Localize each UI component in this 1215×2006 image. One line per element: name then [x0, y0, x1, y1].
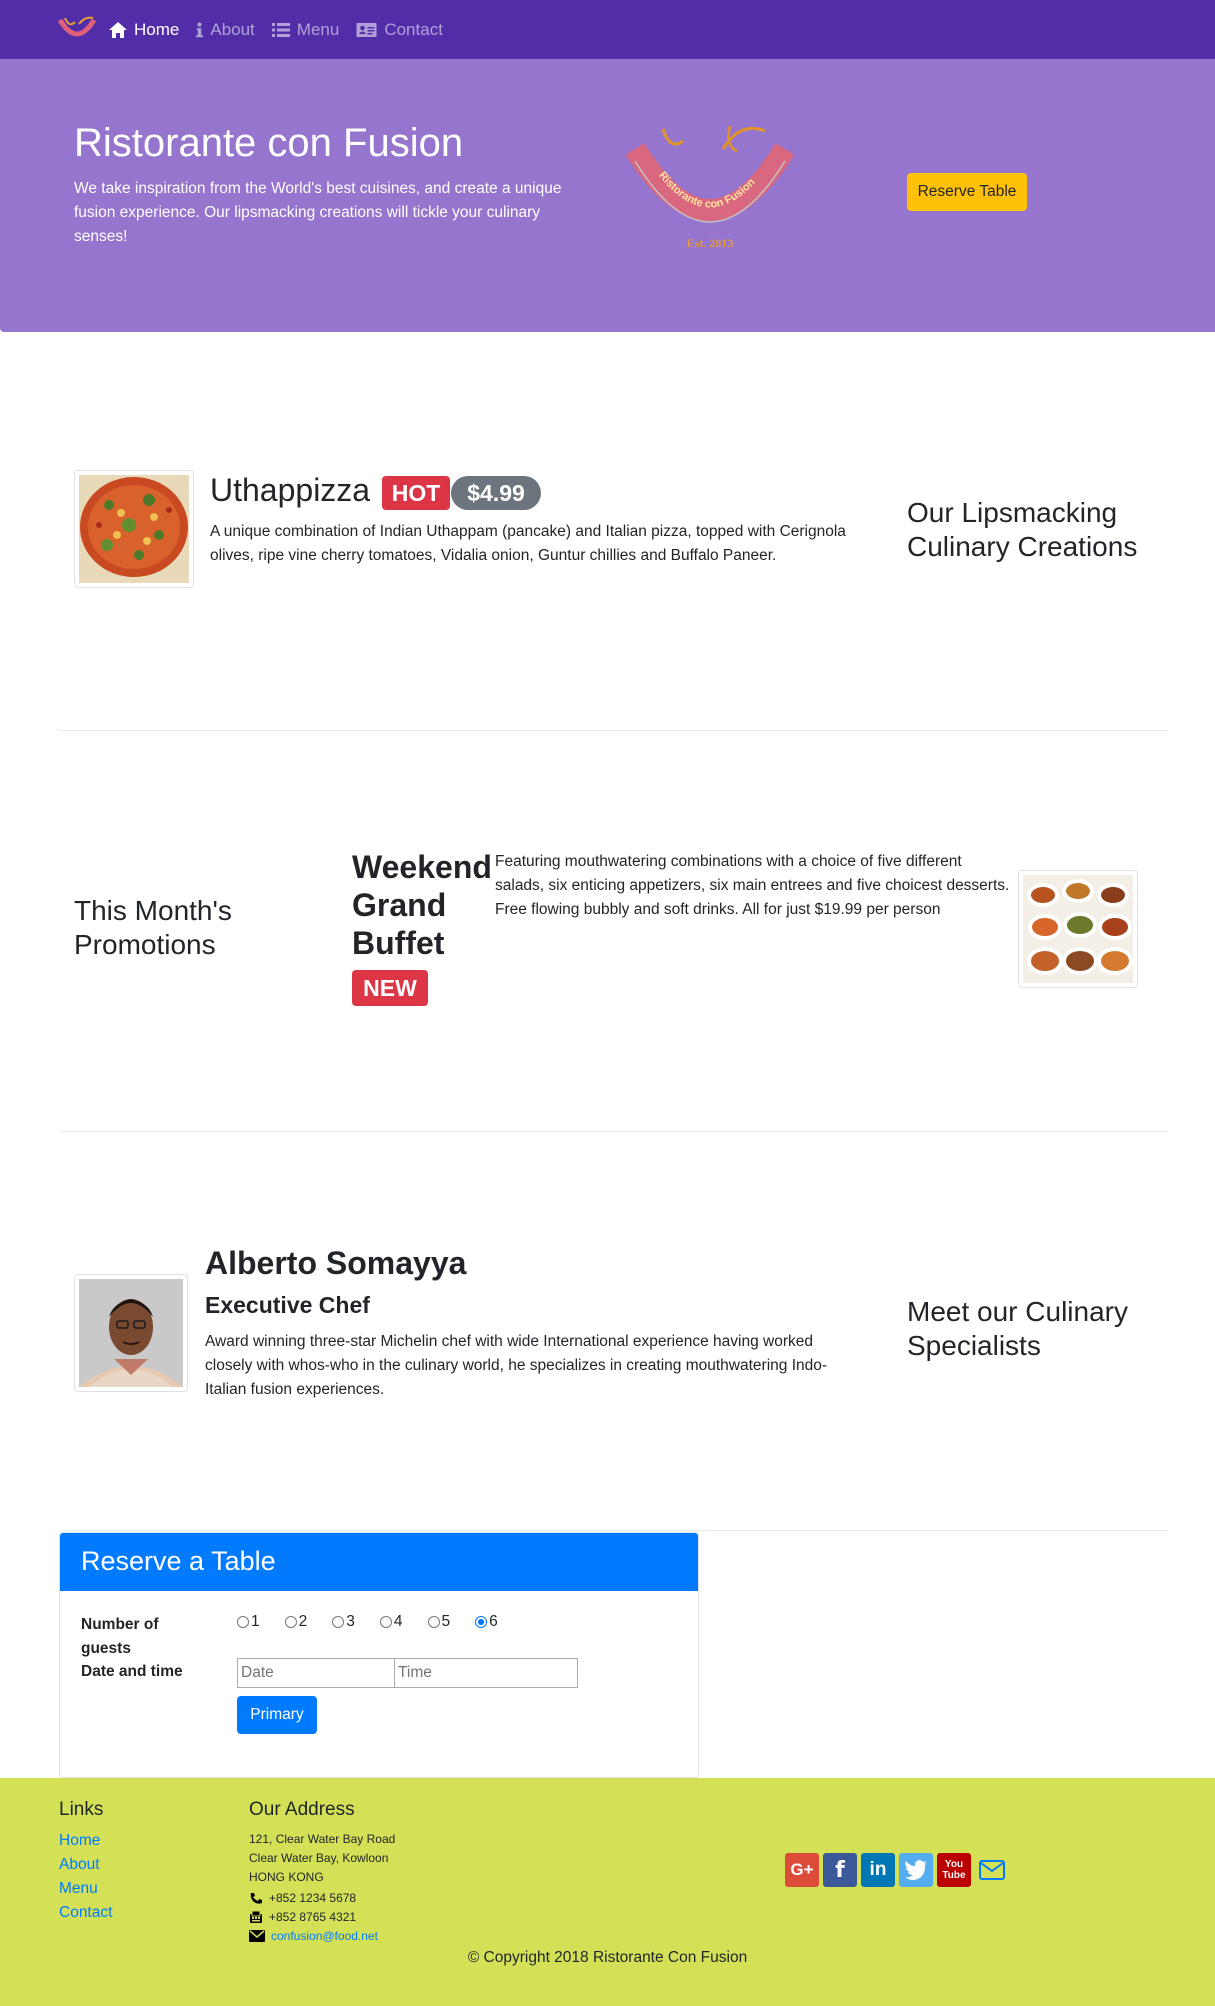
logo-est: Est. 2013	[687, 236, 734, 250]
address-line-3: HONG KONG	[249, 1870, 324, 1884]
guest-option-1[interactable]: 1	[237, 1613, 260, 1631]
facebook-icon[interactable]: f	[823, 1853, 857, 1887]
nav-about-label: About	[210, 19, 255, 39]
promotion-name: Weekend Grand Buffet	[352, 849, 492, 961]
phone-icon	[250, 1892, 262, 1904]
reservation-title: Reserve a Table	[81, 1546, 276, 1576]
promotion-section-title: This Month's Promotions	[74, 895, 232, 960]
new-badge: NEW	[352, 970, 428, 1006]
dish-name: Uthappizza	[210, 472, 371, 508]
section-divider	[59, 730, 1168, 731]
phone-row: +852 1234 5678	[249, 1891, 356, 1905]
datetime-label: Date and time	[81, 1663, 183, 1680]
footer-address-title: Our Address	[249, 1799, 355, 1820]
radio-button[interactable]	[332, 1616, 345, 1628]
list-icon	[271, 22, 290, 37]
radio-button[interactable]	[284, 1616, 297, 1628]
guest-option-2[interactable]: 2	[284, 1613, 307, 1631]
nav-about[interactable]: About	[195, 19, 255, 40]
footer-link-contact[interactable]: Contact	[59, 1904, 112, 1922]
jumbotron-title: Ristorante con Fusion	[74, 121, 464, 165]
guest-radio-group: 1 2 3 4 5 6	[237, 1613, 498, 1631]
brand-logo-icon[interactable]	[57, 14, 97, 44]
fax-row: +852 8765 4321	[249, 1910, 356, 1924]
fax-number: +852 8765 4321	[269, 1910, 357, 1924]
address-line-2: Clear Water Bay, Kowloon	[249, 1851, 389, 1865]
email-row: confusion@food.net	[249, 1929, 378, 1943]
twitter-icon[interactable]	[899, 1853, 933, 1887]
dish-section-title: Our Lipsmacking Culinary Creations	[907, 497, 1138, 562]
nav-menu[interactable]: Menu	[271, 19, 340, 40]
guests-label: Number of guests	[81, 1616, 159, 1657]
reserve-table-button[interactable]: Reserve Table	[907, 173, 1027, 211]
guest-option-4[interactable]: 4	[379, 1613, 403, 1631]
fax-icon	[250, 1910, 262, 1923]
promotion-description: Featuring mouthwatering combinations wit…	[495, 853, 1010, 918]
envelope-icon	[249, 1930, 265, 1942]
mail-icon[interactable]	[975, 1853, 1009, 1887]
guest-option-5[interactable]: 5	[427, 1613, 450, 1631]
footer	[0, 1778, 1215, 2006]
navbar: Home About Menu Contact	[0, 0, 1215, 59]
google-plus-icon[interactable]: G+	[785, 1853, 819, 1887]
price-badge: $4.99	[451, 476, 541, 510]
guest-option-3[interactable]: 3	[332, 1613, 355, 1631]
radio-button-selected[interactable]	[475, 1616, 488, 1628]
nav-home-label: Home	[134, 19, 180, 39]
nav-contact-label: Contact	[384, 19, 443, 39]
promotion-image	[1018, 870, 1138, 988]
dish-image	[74, 470, 194, 588]
address-line-1: 121, Clear Water Bay Road	[249, 1832, 396, 1846]
leader-description: Award winning three-star Michelin chef w…	[205, 1333, 828, 1398]
reserve-submit-button[interactable]: Primary	[237, 1696, 317, 1734]
copyright: © Copyright 2018 Ristorante Con Fusion	[467, 1949, 748, 1966]
nav-contact[interactable]: Contact	[355, 20, 443, 40]
hot-badge: HOT	[382, 476, 450, 510]
reservation-card-header: Reserve a Table	[60, 1533, 698, 1591]
jumbotron: Ristorante con Fusion We take inspiratio…	[0, 59, 1215, 332]
time-input[interactable]	[394, 1658, 578, 1688]
radio-button[interactable]	[237, 1616, 249, 1628]
section-divider	[59, 1530, 1168, 1531]
email-link[interactable]: confusion@food.net	[271, 1929, 378, 1943]
leader-image	[74, 1274, 188, 1392]
date-input[interactable]	[237, 1658, 395, 1688]
reservation-card: Reserve a Table Number of guests Date an…	[59, 1532, 699, 1778]
footer-links-title: Links	[59, 1799, 104, 1820]
restaurant-logo: Ristorante con Fusion Est. 2013	[625, 125, 795, 250]
leader-name: Alberto Somayya	[205, 1245, 467, 1281]
guest-option-6[interactable]: 6	[475, 1613, 498, 1631]
address-card-icon	[356, 22, 377, 37]
footer-link-about[interactable]: About	[59, 1856, 100, 1874]
linkedin-icon[interactable]: in	[861, 1853, 895, 1887]
radio-button[interactable]	[379, 1616, 392, 1628]
jumbotron-text: We take inspiration from the World's bes…	[74, 180, 562, 245]
footer-link-home[interactable]: Home	[59, 1832, 100, 1850]
radio-button[interactable]	[427, 1616, 440, 1628]
info-icon	[196, 22, 204, 37]
phone-number: +852 1234 5678	[269, 1891, 357, 1905]
nav-menu-label: Menu	[296, 19, 340, 39]
dish-description: A unique combination of Indian Uthappam …	[210, 523, 846, 564]
leader-designation: Executive Chef	[205, 1292, 370, 1318]
youtube-icon[interactable]: You Tube	[937, 1853, 971, 1887]
footer-link-menu[interactable]: Menu	[59, 1880, 98, 1898]
section-divider	[59, 1131, 1168, 1132]
social-links: G+ f in You Tube	[785, 1853, 1009, 1887]
leader-section-title: Meet our Culinary Specialists	[907, 1296, 1128, 1361]
nav-home[interactable]: Home	[108, 20, 179, 40]
home-icon	[109, 21, 127, 38]
